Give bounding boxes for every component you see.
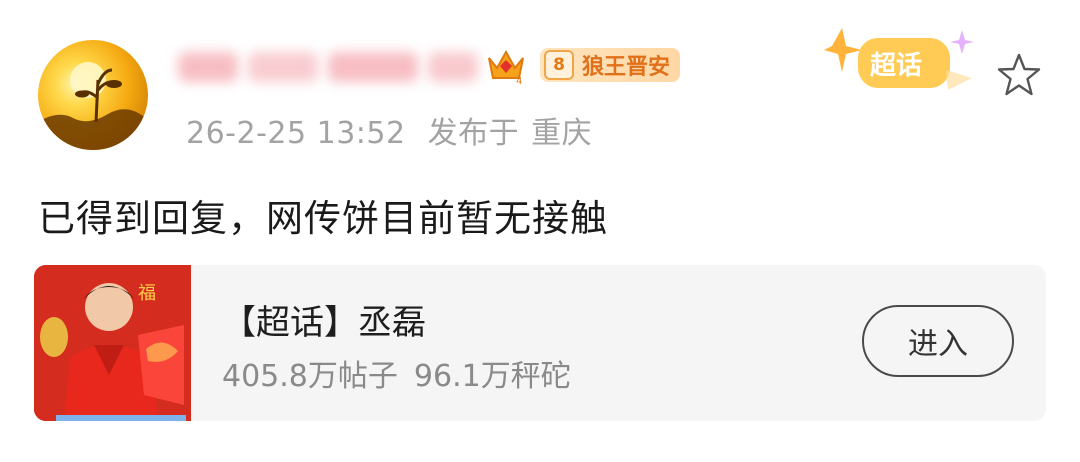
weibo-post-card: 4 8 狼王晋安 超话 26-2-25 13:52 发布于 重庆 已得到回复，网传饼… [0, 0, 1080, 462]
star-icon[interactable] [995, 52, 1043, 102]
level-name: 狼王晋安 [582, 55, 671, 80]
enter-button[interactable]: 进入 [862, 305, 1014, 377]
topic-cover-image: 福 [34, 265, 191, 421]
location-prefix: 发布于 [427, 116, 520, 151]
username-blurred[interactable] [178, 44, 478, 88]
post-meta: 26-2-25 13:52 发布于 重庆 [186, 108, 592, 152]
fan-level-badge[interactable]: 8 狼王晋安 [540, 48, 681, 82]
level-number: 8 [544, 50, 574, 80]
post-timestamp: 26-2-25 13:52 [186, 116, 406, 151]
fu-character: 福 [138, 283, 156, 304]
svg-text:4: 4 [516, 76, 522, 86]
vip-crown-icon: 4 [485, 46, 527, 90]
topic-follower-count: 96.1万秤砣 [413, 359, 571, 394]
topic-post-count: 405.8万帖子 [222, 359, 398, 394]
supertopic-badge-label: 超话 [870, 51, 922, 81]
supertopic-badge[interactable]: 超话 [822, 24, 982, 108]
post-location: 重庆 [531, 116, 593, 151]
avatar[interactable] [38, 40, 148, 150]
topic-title: 【超话】丞磊 [222, 303, 426, 343]
supertopic-card[interactable]: 福 【超话】丞磊 405.8万帖子 96.1万秤砣 进入 [34, 265, 1046, 421]
topic-stats: 405.8万帖子 96.1万秤砣 [222, 351, 571, 395]
post-text: 已得到回复，网传饼目前暂无接触 [38, 197, 608, 240]
avatar-landscape-icon [38, 62, 148, 150]
